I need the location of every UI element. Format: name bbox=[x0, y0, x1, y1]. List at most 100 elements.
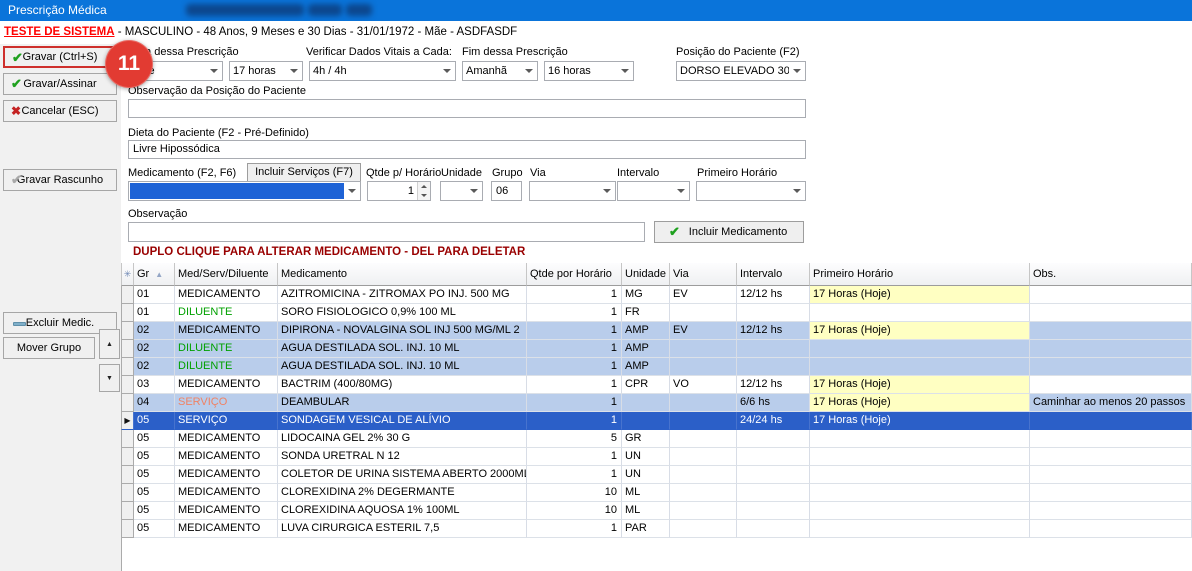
vitais-combo[interactable]: 4h / 4h bbox=[309, 61, 456, 81]
grid-row[interactable]: 05MEDICAMENTOCOLETOR DE URINA SISTEMA AB… bbox=[121, 466, 1192, 484]
dropdown-arrow-icon[interactable] bbox=[439, 62, 455, 80]
cell-tipo[interactable]: DILUENTE bbox=[175, 358, 278, 376]
cell-gr[interactable]: 05 bbox=[134, 520, 175, 538]
cell-medicamento[interactable]: AZITROMICINA - ZITROMAX PO INJ. 500 MG bbox=[278, 286, 527, 304]
intervalo-combo[interactable] bbox=[617, 181, 690, 201]
cell-gr[interactable]: 01 bbox=[134, 286, 175, 304]
cell-intervalo[interactable] bbox=[737, 340, 810, 358]
gravar-button[interactable]: ✔ Gravar (Ctrl+S) bbox=[3, 46, 117, 68]
dropdown-arrow-icon[interactable] bbox=[286, 62, 302, 80]
cell-primeiro-horario[interactable]: 17 Horas (Hoje) bbox=[810, 286, 1030, 304]
fim-data-combo[interactable]: Amanhã bbox=[462, 61, 538, 81]
grid-row[interactable]: ▶05SERVIÇOSONDAGEM VESICAL DE ALÍVIO124/… bbox=[121, 412, 1192, 430]
cell-via[interactable] bbox=[670, 394, 737, 412]
cell-qtde[interactable]: 1 bbox=[527, 358, 622, 376]
grid-row[interactable]: 04SERVIÇODEAMBULAR16/6 hs17 Horas (Hoje)… bbox=[121, 394, 1192, 412]
via-combo[interactable] bbox=[529, 181, 616, 201]
move-group-up-button[interactable]: ▲ bbox=[99, 329, 120, 359]
cell-tipo[interactable]: MEDICAMENTO bbox=[175, 466, 278, 484]
grid-row[interactable]: 03MEDICAMENTOBACTRIM (400/80MG)1CPRVO12/… bbox=[121, 376, 1192, 394]
cell-qtde[interactable]: 1 bbox=[527, 322, 622, 340]
dropdown-arrow-icon[interactable] bbox=[344, 182, 360, 200]
cell-tipo[interactable]: DILUENTE bbox=[175, 304, 278, 322]
medicamento-combo[interactable] bbox=[128, 181, 361, 201]
gravar-assinar-button[interactable]: ✔ Gravar/Assinar bbox=[3, 73, 117, 95]
cell-gr[interactable]: 01 bbox=[134, 304, 175, 322]
cell-obs[interactable] bbox=[1030, 358, 1192, 376]
dieta-input[interactable]: Livre Hipossódica bbox=[128, 140, 806, 159]
cell-via[interactable] bbox=[670, 466, 737, 484]
cancelar-button[interactable]: ✖ Cancelar (ESC) bbox=[3, 100, 117, 122]
dropdown-arrow-icon[interactable] bbox=[617, 62, 633, 80]
incluir-servicos-button[interactable]: Incluir Serviços (F7) bbox=[247, 163, 361, 182]
cell-qtde[interactable]: 1 bbox=[527, 304, 622, 322]
cell-intervalo[interactable] bbox=[737, 484, 810, 502]
cell-via[interactable] bbox=[670, 448, 737, 466]
data-hora-combo[interactable]: 17 horas bbox=[229, 61, 303, 81]
dropdown-arrow-icon[interactable] bbox=[206, 62, 222, 80]
column-header-gr[interactable]: Gr▲ bbox=[134, 263, 175, 286]
cell-via[interactable] bbox=[670, 412, 737, 430]
row-indicator[interactable] bbox=[121, 340, 134, 358]
grid-row[interactable]: 01DILUENTESORO FISIOLOGICO 0,9% 100 ML1F… bbox=[121, 304, 1192, 322]
cell-gr[interactable]: 05 bbox=[134, 502, 175, 520]
grid-row[interactable]: 05MEDICAMENTOLUVA CIRURGICA ESTERIL 7,51… bbox=[121, 520, 1192, 538]
cell-primeiro-horario[interactable] bbox=[810, 448, 1030, 466]
cell-via[interactable]: VO bbox=[670, 376, 737, 394]
cell-via[interactable] bbox=[670, 340, 737, 358]
cell-tipo[interactable]: MEDICAMENTO bbox=[175, 502, 278, 520]
cell-qtde[interactable]: 1 bbox=[527, 412, 622, 430]
cell-unidade[interactable]: CPR bbox=[622, 376, 670, 394]
cell-primeiro-horario[interactable] bbox=[810, 484, 1030, 502]
grid-row[interactable]: 01MEDICAMENTOAZITROMICINA - ZITROMAX PO … bbox=[121, 286, 1192, 304]
cell-qtde[interactable]: 1 bbox=[527, 394, 622, 412]
cell-unidade[interactable] bbox=[622, 394, 670, 412]
cell-qtde[interactable]: 10 bbox=[527, 484, 622, 502]
cell-primeiro-horario[interactable] bbox=[810, 340, 1030, 358]
cell-obs[interactable] bbox=[1030, 286, 1192, 304]
cell-unidade[interactable]: UN bbox=[622, 466, 670, 484]
cell-obs[interactable] bbox=[1030, 448, 1192, 466]
gravar-rascunho-button[interactable]: ✔ Gravar Rascunho bbox=[3, 169, 117, 191]
row-indicator[interactable] bbox=[121, 358, 134, 376]
cell-gr[interactable]: 05 bbox=[134, 448, 175, 466]
stepper-up-icon[interactable] bbox=[418, 182, 430, 191]
row-indicator[interactable] bbox=[121, 322, 134, 340]
cell-unidade[interactable]: UN bbox=[622, 448, 670, 466]
cell-gr[interactable]: 02 bbox=[134, 322, 175, 340]
cell-medicamento[interactable]: BACTRIM (400/80MG) bbox=[278, 376, 527, 394]
cell-gr[interactable]: 05 bbox=[134, 430, 175, 448]
mover-grupo-button[interactable]: Mover Grupo bbox=[3, 337, 95, 359]
dropdown-arrow-icon[interactable] bbox=[789, 182, 805, 200]
column-header-via[interactable]: Via bbox=[670, 263, 737, 286]
cell-primeiro-horario[interactable] bbox=[810, 430, 1030, 448]
cell-qtde[interactable]: 1 bbox=[527, 448, 622, 466]
cell-via[interactable] bbox=[670, 304, 737, 322]
row-indicator[interactable] bbox=[121, 376, 134, 394]
primeiro-horario-combo[interactable] bbox=[696, 181, 806, 201]
cell-obs[interactable] bbox=[1030, 376, 1192, 394]
cell-medicamento[interactable]: CLOREXIDINA 2% DEGERMANTE bbox=[278, 484, 527, 502]
row-indicator[interactable] bbox=[121, 502, 134, 520]
dropdown-arrow-icon[interactable] bbox=[521, 62, 537, 80]
cell-tipo[interactable]: MEDICAMENTO bbox=[175, 484, 278, 502]
fim-hora-combo[interactable]: 16 horas bbox=[544, 61, 634, 81]
cell-medicamento[interactable]: SORO FISIOLOGICO 0,9% 100 ML bbox=[278, 304, 527, 322]
cell-intervalo[interactable] bbox=[737, 304, 810, 322]
cell-obs[interactable] bbox=[1030, 520, 1192, 538]
cell-gr[interactable]: 05 bbox=[134, 484, 175, 502]
column-header-unidade[interactable]: Unidade bbox=[622, 263, 670, 286]
cell-obs[interactable] bbox=[1030, 340, 1192, 358]
cell-obs[interactable] bbox=[1030, 322, 1192, 340]
cell-unidade[interactable]: GR bbox=[622, 430, 670, 448]
obs-posicao-input[interactable] bbox=[128, 99, 806, 118]
cell-via[interactable] bbox=[670, 430, 737, 448]
cell-gr[interactable]: 02 bbox=[134, 340, 175, 358]
cell-qtde[interactable]: 1 bbox=[527, 340, 622, 358]
cell-intervalo[interactable]: 12/12 hs bbox=[737, 376, 810, 394]
posicao-paciente-combo[interactable]: DORSO ELEVADO 30 G bbox=[676, 61, 806, 81]
cell-gr[interactable]: 05 bbox=[134, 412, 175, 430]
column-header-primeiro-hor-rio[interactable]: Primeiro Horário bbox=[810, 263, 1030, 286]
unidade-combo[interactable] bbox=[440, 181, 483, 201]
cell-gr[interactable]: 02 bbox=[134, 358, 175, 376]
